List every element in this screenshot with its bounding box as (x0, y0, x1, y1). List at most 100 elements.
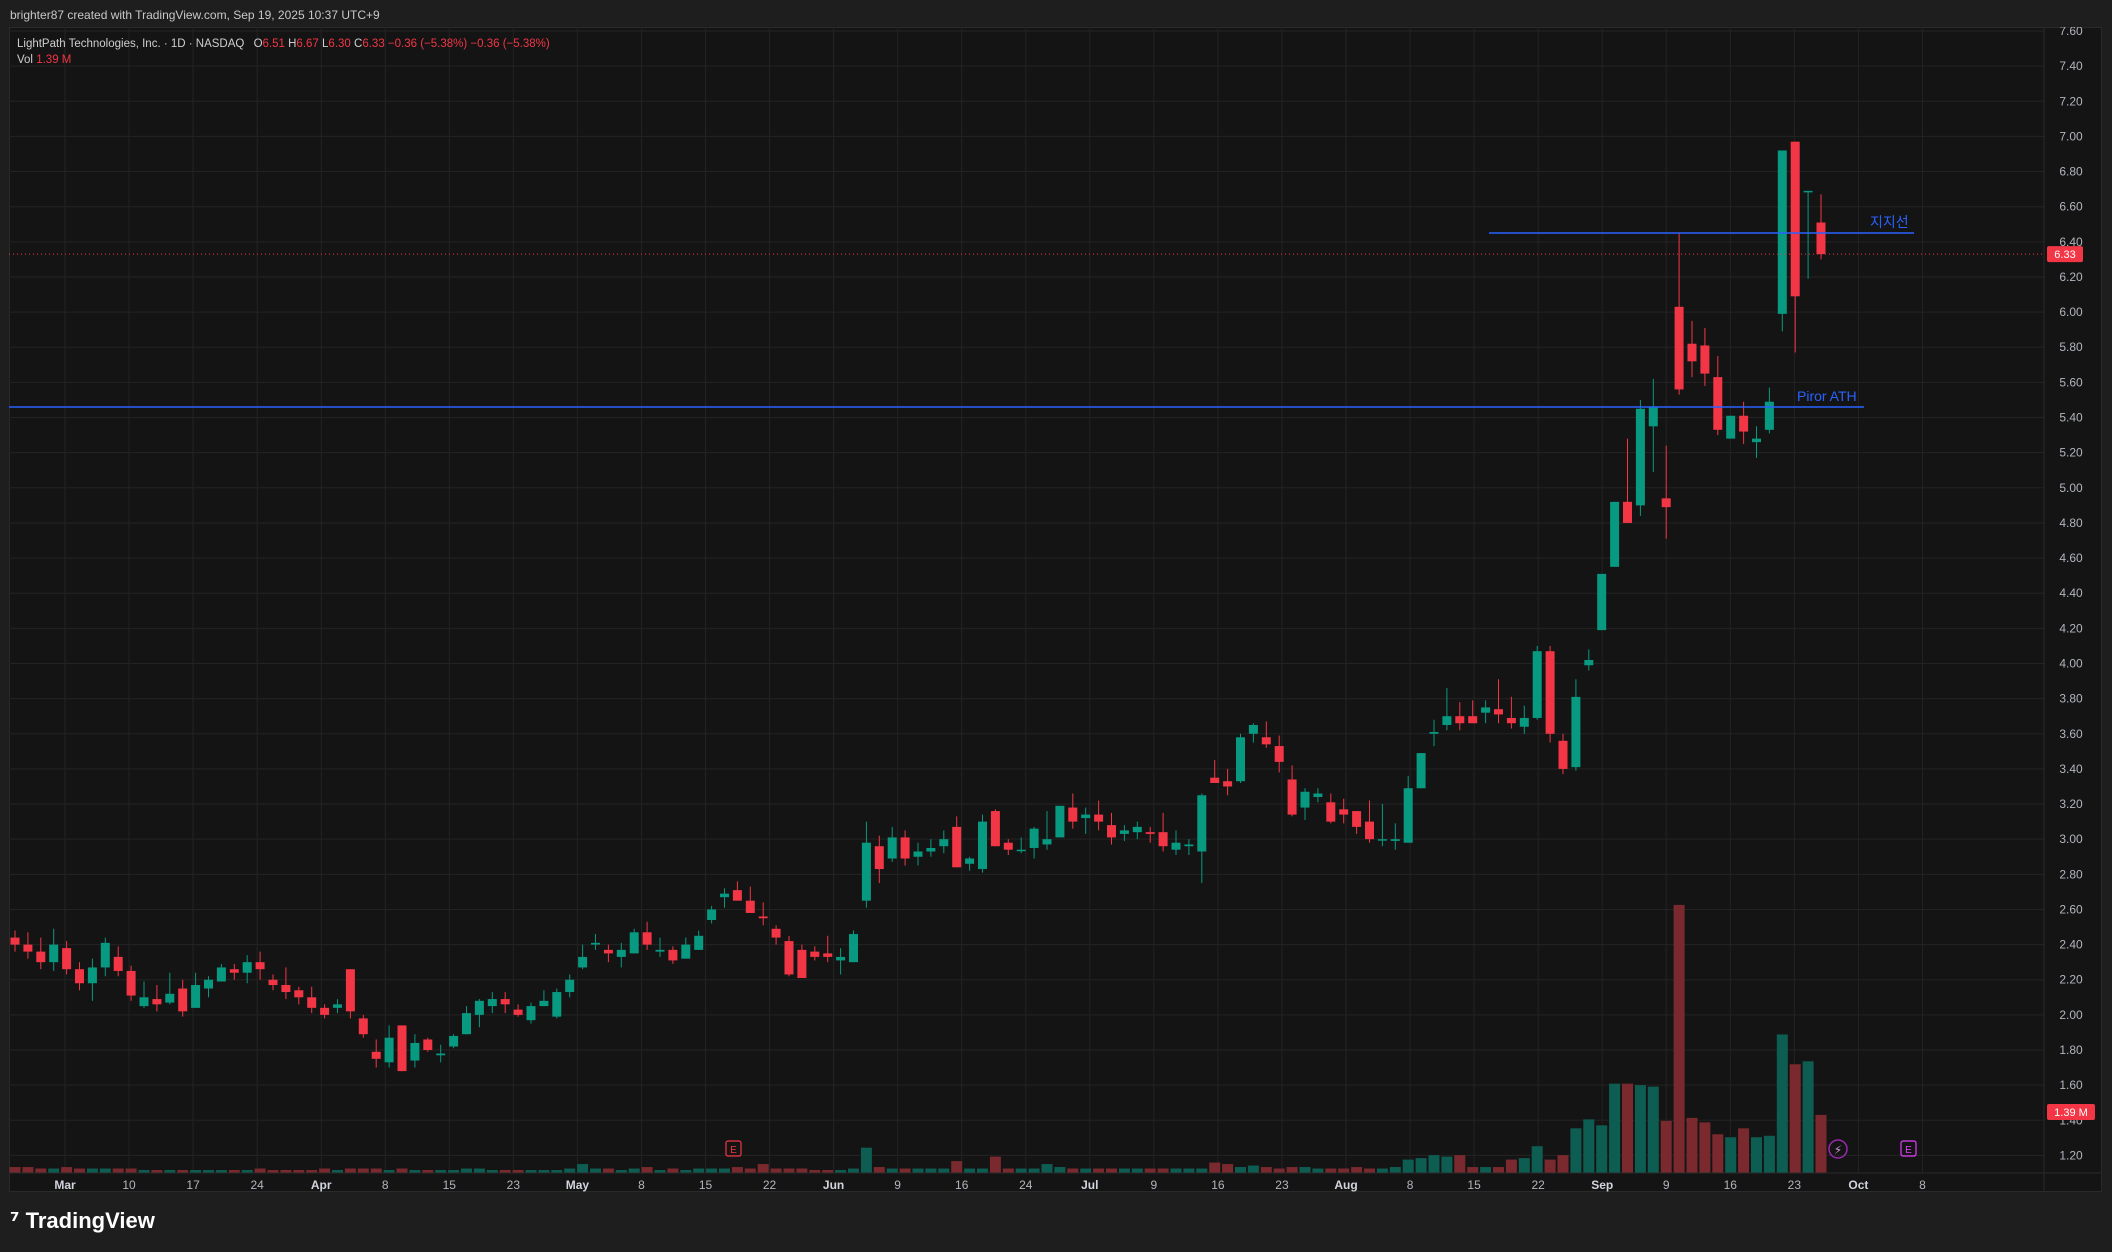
time-axis[interactable]: Mar 10 17 24 Apr 8 15 23 May 8 15 22 Jun 9 16 24 Jul 9 16 2… (9, 1172, 2102, 1192)
candle-body (952, 826, 962, 868)
candle-body (255, 962, 265, 970)
symbol-title[interactable]: LightPath Technologies, Inc. · 1D · NASD… (17, 38, 244, 50)
candle-body (23, 944, 33, 952)
attribution-text: brighter87 created with TradingView.com,… (10, 8, 380, 22)
candle-body (397, 1025, 407, 1072)
volume-bar (1570, 1128, 1582, 1173)
candle-body (1287, 779, 1297, 815)
candle-body (333, 1004, 342, 1008)
svg-text:⚡: ⚡ (1834, 1143, 1842, 1157)
candle-body (36, 951, 46, 963)
candle-body (707, 909, 717, 921)
candle-body (1648, 406, 1658, 427)
volume-bar (1673, 904, 1685, 1173)
candle-body (642, 932, 652, 945)
horizontal-levels[interactable]: 지지선 Piror ATH (9, 215, 2044, 408)
volume-bar (1763, 1135, 1775, 1173)
price-tick-label: 1.80 (2059, 1043, 2083, 1057)
candle-body (229, 969, 239, 973)
volume-bar (1389, 1167, 1401, 1173)
volume-label: Vol (17, 54, 33, 66)
candle-body (1158, 832, 1168, 847)
volume-bar (1247, 1165, 1259, 1173)
volume-bar (860, 1147, 872, 1173)
volume-bar (1738, 1128, 1750, 1173)
price-tick-label: 5.20 (2059, 446, 2083, 460)
time-tick-label: Oct (1848, 1178, 1868, 1192)
volume-bar (1415, 1158, 1427, 1173)
volume-bar (1622, 1083, 1633, 1173)
candlestick-chart[interactable]: 지지선 Piror ATH 1.201.401.601.802.002.202.… (9, 27, 2102, 1192)
prior-ath-level-label: Piror ATH (1797, 388, 1857, 404)
price-tick-label: 1.60 (2059, 1078, 2083, 1092)
price-tick-label: 7.60 (2059, 27, 2083, 38)
volume-bar (1080, 1168, 1092, 1173)
candle-body (1300, 791, 1310, 808)
volume-bar (1531, 1146, 1543, 1173)
time-tick-label: 16 (955, 1178, 969, 1192)
price-tick-label: 6.60 (2059, 200, 2083, 214)
price-tick-label: 4.00 (2059, 656, 2083, 670)
volume-bar (1364, 1168, 1375, 1173)
candle-body (1210, 777, 1220, 783)
volume-bar (1118, 1168, 1130, 1173)
candle-body (216, 967, 226, 982)
price-tick-label: 5.60 (2059, 375, 2083, 389)
volume-bar (1041, 1164, 1053, 1173)
volume-bar (912, 1168, 924, 1173)
price-tick-label: 6.00 (2059, 305, 2083, 319)
volume-bar (641, 1167, 653, 1173)
change-value-2: −0.36 (−5.38%) (470, 38, 550, 50)
volume-bar (1441, 1156, 1453, 1173)
candle-body (242, 962, 252, 973)
volume-bar (1480, 1167, 1492, 1173)
candle-body (565, 979, 575, 993)
volume-bar (1325, 1168, 1337, 1173)
time-tick-label: 15 (699, 1178, 713, 1192)
volume-bar (1634, 1085, 1646, 1173)
volume-bar (1402, 1159, 1414, 1173)
candle-body (1145, 832, 1155, 834)
volume-bar (1428, 1155, 1440, 1173)
price-tick-label: 7.20 (2059, 94, 2083, 108)
time-tick-label: 8 (1407, 1178, 1414, 1192)
candle-body (1584, 659, 1594, 666)
volume-value: 1.39 M (36, 54, 72, 66)
price-tick-label: 5.40 (2059, 411, 2083, 425)
candle-body (1674, 306, 1684, 390)
volume-bar (602, 1168, 614, 1173)
volume-bar (757, 1164, 769, 1173)
candle-body (126, 970, 136, 996)
candle-body (449, 1035, 459, 1047)
volume-bar (86, 1168, 98, 1173)
price-tick-label: 4.20 (2059, 621, 2083, 635)
price-tick-label: 3.20 (2059, 797, 2083, 811)
time-tick-label: 24 (250, 1178, 264, 1192)
volume-bar (873, 1167, 885, 1173)
candle-body (668, 949, 678, 961)
candle-body (1313, 793, 1323, 798)
volume-bar (1273, 1168, 1285, 1173)
upcoming-earnings-marker[interactable]: E (1900, 1140, 1917, 1157)
earnings-marker[interactable]: E (725, 1140, 742, 1157)
volume-bar (74, 1168, 85, 1173)
candle-body (990, 811, 1000, 847)
time-tick-label: 16 (1724, 1178, 1738, 1192)
volume-bar (731, 1167, 743, 1173)
candle-body (823, 953, 833, 957)
candle-body (629, 932, 639, 954)
dividend-marker[interactable]: ⚡ (1828, 1139, 1848, 1159)
price-axis[interactable]: 1.201.401.601.802.002.202.402.602.803.00… (2043, 27, 2083, 1192)
volume-bar (848, 1168, 859, 1173)
candle-body (681, 944, 691, 959)
time-tick-label: 17 (186, 1178, 200, 1192)
volume-bar (112, 1168, 124, 1173)
candle-body (1468, 716, 1478, 724)
candle-body (1506, 717, 1516, 724)
candle-body (732, 890, 742, 901)
candle-body (1068, 807, 1078, 822)
volume-bar (344, 1168, 356, 1173)
volume-bar (667, 1168, 679, 1173)
candle-body (113, 956, 123, 971)
candle-body (1623, 501, 1632, 523)
